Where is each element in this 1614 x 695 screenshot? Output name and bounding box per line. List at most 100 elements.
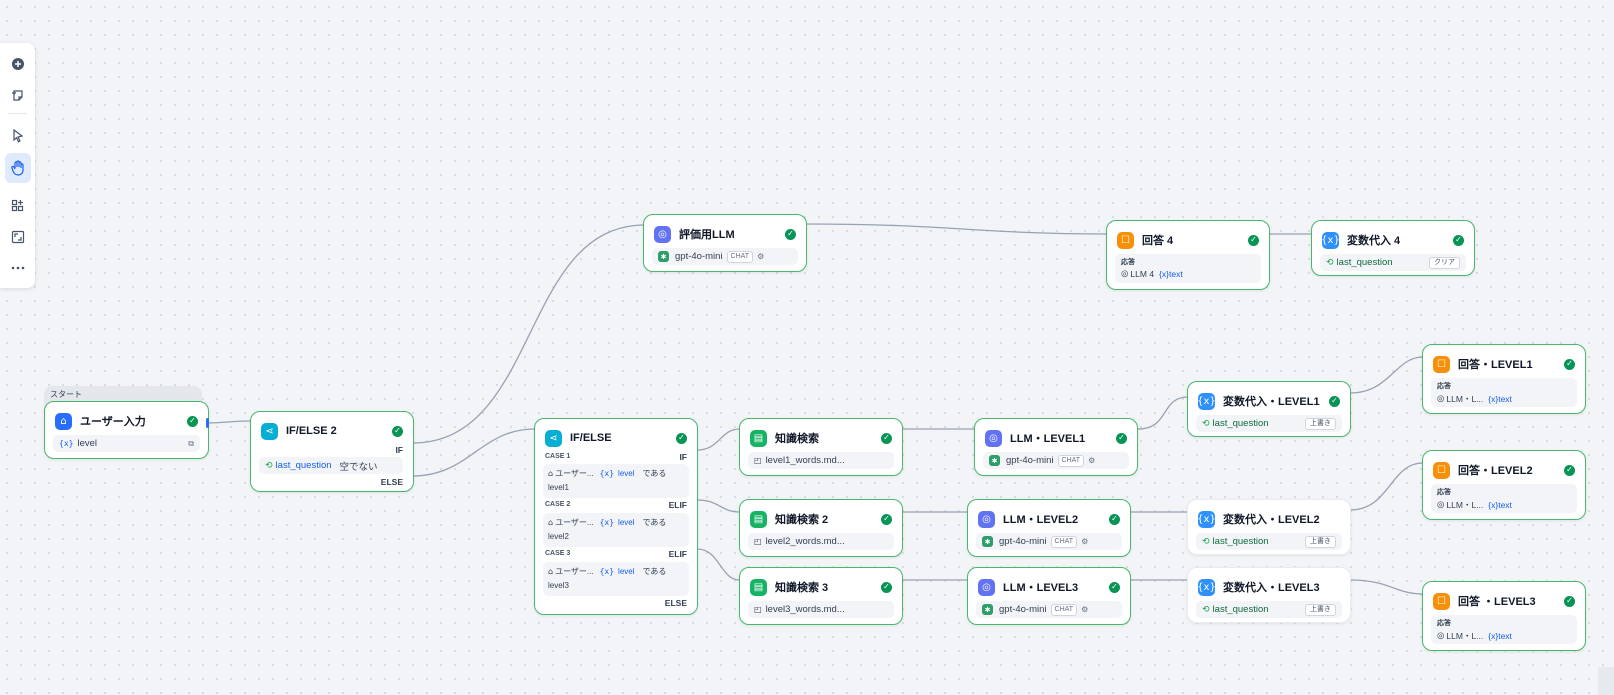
assign-icon: {x} — [1197, 578, 1216, 596]
mode-badge: CHAT — [726, 250, 754, 263]
copy-icon: ⧉ — [188, 438, 194, 448]
answer-icon: ☐ — [1433, 355, 1450, 373]
home-icon: ⌂ — [548, 468, 554, 478]
condition-var: level — [618, 566, 635, 576]
check-icon: ✓ — [881, 513, 892, 525]
node-title: 知識検索 2 — [775, 514, 829, 526]
settings-icon: ⚙ — [1081, 605, 1089, 614]
node-assign-level3[interactable]: {x} 変数代入・LEVEL3 ⟲ last_question 上書き — [1187, 567, 1351, 623]
pointer-icon[interactable] — [5, 123, 31, 149]
edge-ifelse-k1 — [696, 428, 741, 451]
response-source: LLM 4 — [1130, 269, 1155, 279]
response-label: 応答 — [1121, 259, 1135, 266]
node-assign-4[interactable]: {x} 変数代入 4 ✓ ⟲ last_question クリア — [1311, 220, 1475, 276]
plus-circle-icon[interactable] — [5, 51, 31, 77]
mode-badge: CHAT — [1050, 535, 1078, 548]
model-field: ✱ gpt-4o-mini CHAT ⚙ — [983, 452, 1129, 469]
variable-icon: {x} — [1488, 394, 1499, 404]
node-user-input[interactable]: ⌂ ユーザー入力 ✓ {x} level ⧉ — [44, 401, 209, 459]
node-answer-level3[interactable]: ☐ 回答 ・LEVEL3 ✓ 応答 ◎ LLM・L... {x} text — [1422, 581, 1586, 651]
home-icon: ⌂ — [548, 517, 554, 527]
node-answer-4[interactable]: ☐ 回答 4 ✓ 応答 ◎ LLM 4 {x} text — [1106, 220, 1270, 290]
variable-icon: {x} — [599, 566, 615, 576]
response-field: 応答 ◎ LLM 4 {x} text — [1115, 254, 1261, 283]
case-label: CASE 1 — [545, 453, 571, 460]
minimap-corner — [1598, 667, 1614, 695]
response-var: text — [1168, 269, 1183, 279]
response-source: LLM・L... — [1446, 631, 1484, 641]
else-label: ELSE — [664, 598, 687, 608]
edge-assign3-answer3 — [1349, 579, 1424, 595]
check-icon: ✓ — [187, 415, 198, 427]
node-eval-llm[interactable]: ◎ 評価用LLM ✓ ✱ gpt-4o-mini CHAT ⚙ — [643, 214, 807, 272]
node-llm-level1[interactable]: ◎ LLM・LEVEL1 ✓ ✱ gpt-4o-mini CHAT ⚙ — [974, 418, 1138, 476]
check-icon: ✓ — [676, 432, 687, 444]
edge-llm1-assign1 — [1137, 396, 1189, 430]
node-assign-level2[interactable]: {x} 変数代入・LEVEL2 ⟲ last_question 上書き — [1187, 499, 1351, 555]
condition-op: である — [642, 566, 667, 576]
assign-var-icon: ⟲ — [1202, 536, 1210, 547]
check-icon: ✓ — [1116, 432, 1127, 444]
variable-icon: {x} — [599, 468, 615, 478]
settings-icon: ⚙ — [1088, 456, 1096, 465]
note-icon[interactable] — [5, 83, 31, 109]
variable-icon: {x} — [59, 439, 74, 448]
node-title: 知識検索 3 — [775, 582, 829, 594]
grid-icon[interactable] — [5, 193, 31, 219]
node-assign-level1[interactable]: {x} 変数代入・LEVEL1 ✓ ⟲ last_question 上書き — [1187, 381, 1351, 437]
node-knowledge-2[interactable]: ▤ 知識検索 2 ✓ ◰ level2_words.md... — [739, 499, 903, 557]
node-llm-level3[interactable]: ◎ LLM・LEVEL3 ✓ ✱ gpt-4o-mini CHAT ⚙ — [967, 567, 1131, 625]
check-icon: ✓ — [1248, 234, 1259, 246]
response-source: LLM・L... — [1446, 500, 1484, 510]
condition-var: level — [618, 517, 635, 527]
check-icon: ✓ — [1329, 395, 1340, 407]
condition-var: level — [618, 468, 635, 478]
check-icon: ✓ — [1453, 234, 1464, 246]
output-handle[interactable] — [206, 418, 209, 428]
node-title: 変数代入・LEVEL1 — [1223, 396, 1320, 408]
answer-icon: ☐ — [1433, 461, 1450, 479]
branch-label: IF — [679, 452, 687, 462]
hand-icon[interactable] — [5, 153, 31, 183]
toolbar-divider — [8, 113, 27, 114]
llm-icon: ◎ — [1437, 631, 1445, 641]
dataset-icon: ◰ — [754, 537, 762, 546]
assign-field: ⟲ last_question クリア — [1320, 254, 1466, 271]
llm-icon: ◎ — [978, 578, 995, 596]
check-icon: ✓ — [785, 228, 796, 240]
response-label: 応答 — [1437, 620, 1451, 627]
node-knowledge-1[interactable]: ▤ 知識検索 ✓ ◰ level1_words.md... — [739, 418, 903, 476]
action-tag: 上書き — [1305, 603, 1336, 616]
variable-field: {x} level ⧉ — [53, 435, 200, 452]
settings-icon: ⚙ — [757, 252, 765, 261]
response-var: text — [1498, 631, 1512, 641]
edge-eval-answer4 — [805, 223, 1107, 235]
assign-field: ⟲ last_question 上書き — [1196, 415, 1342, 432]
node-llm-level2[interactable]: ◎ LLM・LEVEL2 ✓ ✱ gpt-4o-mini CHAT ⚙ — [967, 499, 1131, 557]
node-title: 回答 ・LEVEL3 — [1458, 596, 1536, 608]
condition-source: ユーザー... — [555, 468, 594, 478]
condition-value: level1 — [548, 483, 569, 492]
assign-var: last_question — [1212, 604, 1269, 615]
more-icon[interactable] — [5, 255, 31, 281]
condition-block: ⌂ ユーザー... {x} level である level3 — [543, 562, 689, 596]
node-title: 変数代入 4 — [1347, 235, 1401, 247]
check-icon: ✓ — [1564, 595, 1575, 607]
llm-icon: ◎ — [1437, 394, 1445, 404]
node-ifelse-2[interactable]: ⋖ IF/ELSE 2 ✓ IF ⟲ last_question 空でない EL… — [250, 411, 414, 492]
model-name: gpt-4o-mini — [999, 604, 1047, 615]
model-field: ✱ gpt-4o-mini CHAT ⚙ — [976, 601, 1122, 618]
edge-assign2-answer2 — [1349, 462, 1424, 511]
assign-var-icon: ⟲ — [1326, 257, 1334, 268]
settings-icon: ⚙ — [1081, 537, 1089, 546]
action-tag: 上書き — [1305, 417, 1336, 430]
node-knowledge-3[interactable]: ▤ 知識検索 3 ✓ ◰ level3_words.md... — [739, 567, 903, 625]
model-name: gpt-4o-mini — [675, 251, 723, 262]
node-title: LLM・LEVEL3 — [1003, 582, 1079, 594]
openai-icon: ✱ — [989, 455, 1000, 466]
node-answer-level2[interactable]: ☐ 回答・LEVEL2 ✓ 応答 ◎ LLM・L... {x} text — [1422, 450, 1586, 520]
node-ifelse[interactable]: ⋖ IF/ELSE ✓ CASE 1 IF ⌂ ユーザー... {x} level であ… — [534, 418, 698, 615]
book-icon: ▤ — [750, 578, 767, 596]
fit-icon[interactable] — [5, 224, 31, 250]
node-answer-level1[interactable]: ☐ 回答・LEVEL1 ✓ 応答 ◎ LLM・L... {x} text — [1422, 344, 1586, 414]
